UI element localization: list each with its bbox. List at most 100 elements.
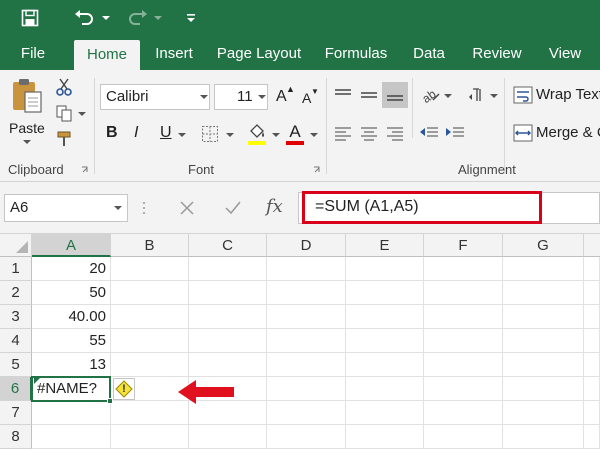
column-header-b[interactable]: B [111, 234, 189, 257]
cell-d6[interactable] [267, 377, 346, 401]
redo-dropdown-icon[interactable] [152, 6, 164, 30]
cut-icon[interactable] [54, 78, 74, 96]
tab-file[interactable]: File [10, 38, 56, 70]
cell-a5[interactable]: 13 [32, 353, 111, 377]
font-color-icon[interactable]: A [284, 122, 306, 146]
save-icon[interactable] [18, 6, 42, 30]
cell-a8[interactable] [32, 425, 111, 449]
cell-d5[interactable] [267, 353, 346, 377]
cell-h4[interactable] [584, 329, 600, 353]
name-box[interactable]: A6 [4, 194, 128, 222]
underline-dropdown-icon[interactable] [178, 133, 186, 137]
paste-button[interactable]: Paste [9, 120, 45, 136]
cell-f8[interactable] [424, 425, 503, 449]
formula-input[interactable]: =SUM (A1,A5) [302, 191, 542, 224]
cell-g3[interactable] [503, 305, 584, 329]
merge-center-button[interactable]: Merge & C [536, 124, 600, 141]
merge-icon[interactable] [512, 122, 534, 144]
copy-icon[interactable] [54, 104, 74, 122]
cell-g5[interactable] [503, 353, 584, 377]
cell-h8[interactable] [584, 425, 600, 449]
cell-b3[interactable] [111, 305, 189, 329]
cell-d7[interactable] [267, 401, 346, 425]
cell-b8[interactable] [111, 425, 189, 449]
underline-button[interactable]: U [160, 124, 172, 142]
cell-f5[interactable] [424, 353, 503, 377]
row-header-1[interactable]: 1 [0, 257, 32, 281]
column-header-f[interactable]: F [424, 234, 503, 257]
cell-c1[interactable] [189, 257, 267, 281]
cell-b4[interactable] [111, 329, 189, 353]
cell-a7[interactable] [32, 401, 111, 425]
cell-e5[interactable] [346, 353, 424, 377]
cell-g6[interactable] [503, 377, 584, 401]
row-header-7[interactable]: 7 [0, 401, 32, 425]
column-header-c[interactable]: C [189, 234, 267, 257]
redo-icon[interactable] [122, 6, 152, 30]
cell-d2[interactable] [267, 281, 346, 305]
insert-function-button[interactable]: fx [266, 196, 283, 217]
align-middle-icon[interactable] [358, 84, 380, 106]
tab-home[interactable]: Home [74, 40, 140, 70]
cell-e8[interactable] [346, 425, 424, 449]
tab-formulas[interactable]: Formulas [318, 38, 394, 70]
cell-f7[interactable] [424, 401, 503, 425]
cell-g7[interactable] [503, 401, 584, 425]
tab-review[interactable]: Review [464, 38, 530, 70]
decrease-indent-icon[interactable] [418, 122, 440, 144]
cell-b5[interactable] [111, 353, 189, 377]
shrink-font-button[interactable]: A [302, 90, 311, 106]
font-color-dropdown-icon[interactable] [310, 133, 318, 137]
clipboard-launcher-icon[interactable] [80, 165, 90, 175]
font-name-dropdown-icon[interactable] [200, 95, 208, 99]
bold-button[interactable]: B [106, 124, 118, 142]
undo-dropdown-icon[interactable] [100, 6, 112, 30]
cell-e4[interactable] [346, 329, 424, 353]
cell-b1[interactable] [111, 257, 189, 281]
rtl-icon[interactable] [466, 84, 488, 106]
name-box-dropdown-icon[interactable] [114, 206, 122, 210]
column-header-d[interactable]: D [267, 234, 346, 257]
border-icon[interactable] [200, 124, 220, 144]
cell-c5[interactable] [189, 353, 267, 377]
orientation-dropdown-icon[interactable] [444, 94, 452, 98]
font-size-dropdown-icon[interactable] [258, 95, 266, 99]
enter-icon[interactable] [222, 197, 244, 219]
cell-g4[interactable] [503, 329, 584, 353]
cell-g8[interactable] [503, 425, 584, 449]
row-header-8[interactable]: 8 [0, 425, 32, 449]
fill-color-icon[interactable] [246, 122, 268, 146]
italic-button[interactable]: I [134, 124, 138, 142]
row-header-5[interactable]: 5 [0, 353, 32, 377]
row-header-4[interactable]: 4 [0, 329, 32, 353]
center-icon[interactable] [358, 122, 380, 144]
cell-d1[interactable] [267, 257, 346, 281]
align-right-icon[interactable] [384, 122, 406, 144]
cell-f4[interactable] [424, 329, 503, 353]
cell-e2[interactable] [346, 281, 424, 305]
cell-e6[interactable] [346, 377, 424, 401]
column-header-h[interactable] [584, 234, 600, 257]
column-header-a[interactable]: A [32, 234, 111, 257]
row-header-3[interactable]: 3 [0, 305, 32, 329]
row-header-6[interactable]: 6 [0, 377, 32, 401]
select-all-corner[interactable] [0, 234, 32, 257]
increase-indent-icon[interactable] [444, 122, 466, 144]
align-bottom-icon[interactable] [382, 82, 408, 108]
cell-e1[interactable] [346, 257, 424, 281]
cell-d3[interactable] [267, 305, 346, 329]
cell-h5[interactable] [584, 353, 600, 377]
cell-h2[interactable] [584, 281, 600, 305]
cell-d8[interactable] [267, 425, 346, 449]
column-header-g[interactable]: G [503, 234, 584, 257]
row-header-2[interactable]: 2 [0, 281, 32, 305]
font-launcher-icon[interactable] [312, 165, 322, 175]
cell-h3[interactable] [584, 305, 600, 329]
cell-c3[interactable] [189, 305, 267, 329]
cell-h7[interactable] [584, 401, 600, 425]
cell-g1[interactable] [503, 257, 584, 281]
cancel-icon[interactable] [176, 197, 198, 219]
cell-a6[interactable]: #NAME? [31, 376, 111, 402]
cell-f6[interactable] [424, 377, 503, 401]
cell-f2[interactable] [424, 281, 503, 305]
